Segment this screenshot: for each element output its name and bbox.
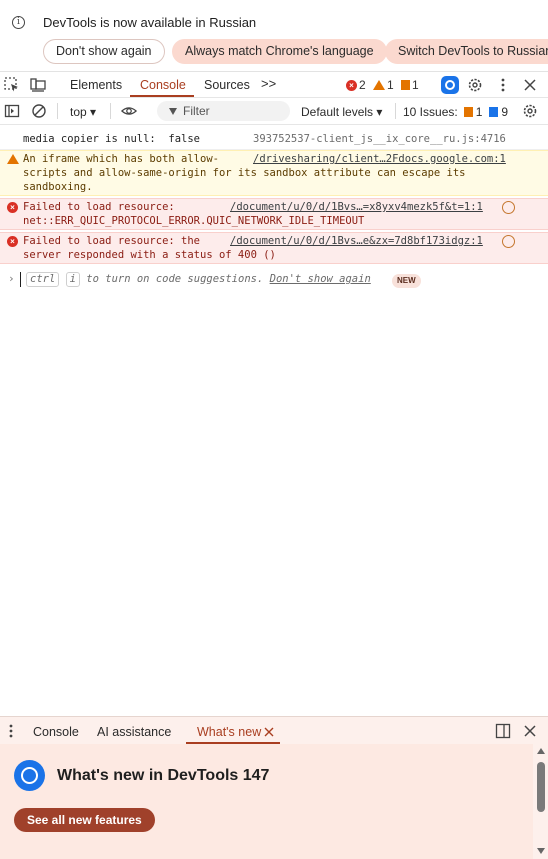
warning-icon	[373, 80, 385, 90]
issue-flag-icon	[401, 80, 410, 90]
prompt-chevron-icon: ›	[8, 272, 15, 285]
clear-console-icon[interactable]	[31, 103, 47, 119]
issues-counter[interactable]: 1	[401, 78, 419, 92]
main-toolbar: Elements Console Sources >> × 2 1 1	[0, 72, 548, 98]
drawer-scrollbar[interactable]	[533, 744, 548, 859]
log-levels-dropdown[interactable]: Default levels ▾	[301, 105, 382, 119]
whats-new-panel: What's new in DevTools 147 See all new f…	[0, 744, 548, 859]
see-all-features-button[interactable]: See all new features	[14, 808, 155, 832]
filter-input[interactable]: Filter	[157, 101, 290, 121]
active-tab-indicator	[130, 95, 194, 97]
console-message-error: × Failed to load resource: the /document…	[0, 232, 548, 264]
error-icon: ×	[7, 202, 18, 213]
issue-blue-icon	[489, 107, 499, 117]
ai-assistance-icon[interactable]	[441, 76, 459, 94]
scroll-thumb[interactable]	[537, 762, 545, 812]
filter-funnel-icon	[169, 108, 177, 116]
language-infobar: i DevTools is now available in Russian D…	[0, 0, 548, 72]
switch-to-russian-button[interactable]: Switch DevTools to Russian	[385, 39, 548, 64]
ai-explain-icon[interactable]	[502, 201, 515, 214]
drawer-tab-ai-assistance[interactable]: AI assistance	[97, 725, 171, 739]
warning-icon	[7, 154, 19, 164]
close-drawer-icon[interactable]	[522, 723, 538, 739]
ai-explain-icon[interactable]	[502, 235, 515, 248]
more-options-icon[interactable]	[495, 77, 511, 93]
whats-new-title: What's new in DevTools 147	[57, 767, 270, 784]
console-message-error: × Failed to load resource: /document/u/0…	[0, 198, 548, 230]
drawer-tab-whats-new[interactable]: What's new	[197, 725, 261, 739]
drawer-menu-icon[interactable]	[3, 723, 19, 739]
whats-new-card: What's new in DevTools 147 See all new f…	[0, 744, 530, 859]
error-icon: ×	[7, 236, 18, 247]
tab-elements[interactable]: Elements	[70, 78, 122, 92]
message-source-link[interactable]: /drivesharing/client…2Fdocs.google.com:1	[253, 152, 506, 167]
warning-counter[interactable]: 1	[373, 78, 394, 92]
error-counter[interactable]: × 2	[346, 78, 366, 92]
drawer-tab-console[interactable]: Console	[33, 725, 79, 739]
info-icon: i	[12, 16, 25, 29]
tab-sources[interactable]: Sources	[204, 78, 250, 92]
message-source-link[interactable]: 393752537-client_js__ix_core__ru.js:4716	[253, 132, 506, 147]
console-settings-gear-icon[interactable]	[522, 103, 538, 119]
console-message-warning: An iframe which has both allow- /drivesh…	[0, 150, 548, 196]
tab-console[interactable]: Console	[140, 78, 186, 92]
context-selector[interactable]: top ▾	[70, 105, 96, 119]
console-message-log: media copier is null: false 393752537-cl…	[0, 130, 548, 150]
infobar-message: DevTools is now available in Russian	[43, 15, 257, 30]
close-tab-icon[interactable]	[264, 727, 274, 737]
issue-orange-icon	[463, 107, 473, 117]
always-match-language-button[interactable]: Always match Chrome's language	[172, 39, 387, 64]
issues-button[interactable]: 10 Issues: 1 9	[403, 105, 508, 119]
chrome-devtools-logo-icon	[14, 760, 45, 791]
scroll-up-arrow-icon[interactable]	[537, 748, 545, 754]
close-devtools-icon[interactable]	[522, 77, 538, 93]
console-prompt[interactable]: › ctrl i to turn on code suggestions. Do…	[0, 270, 548, 292]
error-icon: ×	[346, 79, 357, 91]
console-messages: media copier is null: false 393752537-cl…	[0, 125, 548, 716]
message-source-link[interactable]: /document/u/0/d/1Bvs…=x8yxv4mezk5f&t=1:1	[230, 200, 483, 215]
live-expression-eye-icon[interactable]	[121, 103, 137, 119]
dont-show-again-link[interactable]: Don't show again	[270, 273, 371, 285]
sidebar-toggle-icon[interactable]	[4, 103, 20, 119]
message-source-link[interactable]: /document/u/0/d/1Bvs…e&zx=7d8bf173idgz:1	[230, 234, 483, 249]
more-tabs-button[interactable]: >>	[261, 76, 276, 91]
settings-gear-icon[interactable]	[467, 77, 483, 93]
console-filter-bar: top ▾ Filter Default levels ▾ 10 Issues:…	[0, 98, 548, 125]
dont-show-again-button[interactable]: Don't show again	[43, 39, 165, 64]
new-badge: NEW	[392, 274, 421, 288]
drawer-tab-bar: Console AI assistance What's new	[0, 716, 548, 744]
scroll-down-arrow-icon[interactable]	[537, 848, 545, 854]
device-toolbar-icon[interactable]	[30, 77, 46, 93]
code-suggestions-hint: ctrl i to turn on code suggestions. Don'…	[26, 272, 371, 287]
inspect-element-icon[interactable]	[4, 77, 20, 93]
text-cursor	[20, 272, 21, 287]
dock-drawer-icon[interactable]	[495, 723, 511, 739]
